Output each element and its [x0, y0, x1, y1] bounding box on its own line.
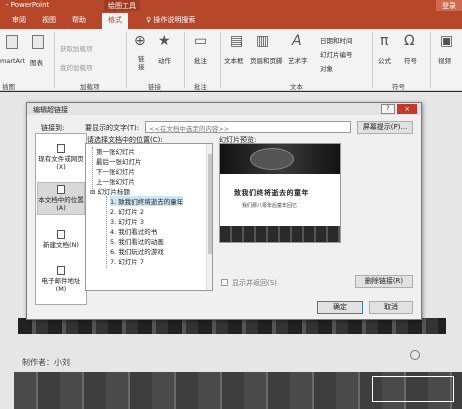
tree-line: [106, 196, 107, 268]
preview-floor-image: [220, 226, 340, 242]
tab-help[interactable]: 帮助: [72, 15, 86, 25]
group-divider: [372, 32, 373, 88]
link-to-place-in-document[interactable]: 本文档中的位置(A): [37, 182, 85, 215]
group-divider: [126, 32, 127, 88]
document-place-icon: [57, 185, 65, 194]
list-item[interactable]: 3. 幻灯片 3: [110, 216, 144, 226]
preview-slide-subtitle: 我们那八零年后童年回忆: [242, 203, 298, 209]
wordart-icon[interactable]: A: [292, 33, 302, 49]
group-comments: 批注: [194, 83, 207, 91]
list-item-group[interactable]: ⊟ 幻灯片标题: [90, 186, 130, 196]
slide-decoration-strip: [18, 318, 446, 334]
dialog-title: 编辑超链接: [33, 106, 68, 114]
header-footer-icon[interactable]: ▥: [256, 33, 269, 49]
tab-view[interactable]: 视图: [42, 15, 56, 25]
list-item[interactable]: 7. 幻灯片 7: [110, 256, 144, 266]
list-item[interactable]: 5. 我们看过的动画: [110, 236, 164, 246]
remove-link-button[interactable]: 删除链接(R): [355, 275, 413, 288]
new-document-icon: [57, 230, 65, 239]
email-icon: [57, 266, 65, 275]
get-addins-button[interactable]: 获取加载项: [60, 43, 93, 53]
context-tab-drawing-tools: 绘图工具: [104, 0, 140, 11]
scrollbar-thumb[interactable]: [208, 154, 212, 254]
group-addins: 加载项: [80, 83, 100, 91]
slide-preview: 致我们终将逝去的童年 我们那八零年后童年回忆: [219, 143, 341, 243]
slide-author-text[interactable]: 制作者：小刘: [22, 357, 70, 368]
list-item[interactable]: 上一张幻灯片: [96, 176, 135, 186]
cancel-button[interactable]: 取消: [369, 301, 413, 314]
document-places-list: 第一张幻灯片 最后一张幻灯片 下一张幻灯片 上一张幻灯片 ⊟ 幻灯片标题 1. …: [85, 143, 213, 291]
list-item-selected[interactable]: 1. 致我们终将逝去的童年: [110, 196, 184, 206]
group-text: 文本: [290, 83, 303, 91]
link-to-existing-file[interactable]: 现有文件或网页(X): [37, 144, 85, 171]
preview-slide-title: 致我们终将逝去的童年: [234, 189, 309, 197]
group-divider: [430, 32, 431, 88]
smartart-icon[interactable]: [6, 35, 18, 49]
ribbon: martArt 图表 插图 获取加载项 我的加载项 加载项 ⊕ 链 接 ★ 动作…: [0, 29, 462, 91]
action-icon[interactable]: ★: [158, 33, 171, 49]
preview-oval-image: [250, 148, 294, 170]
action-button[interactable]: 动作: [158, 55, 171, 65]
textbox-icon[interactable]: ▤: [230, 33, 243, 49]
ok-button[interactable]: 确定: [317, 301, 363, 314]
symbol-button[interactable]: 符号: [404, 55, 417, 65]
slide-number-button[interactable]: 幻灯片编号: [320, 49, 353, 59]
group-divider: [220, 32, 221, 88]
formula-icon[interactable]: π: [380, 33, 388, 49]
ribbon-tabs: 审阅 视图 帮助 格式 ♀ 操作说明搜索: [0, 11, 462, 29]
link-to-label: 链接到:: [41, 124, 65, 132]
video-button[interactable]: 视频: [438, 55, 451, 65]
wordart-button[interactable]: 艺术字: [288, 55, 308, 65]
app-title: - PowerPoint: [6, 1, 50, 9]
list-item[interactable]: 最后一张幻灯片: [96, 156, 142, 166]
list-item[interactable]: 2. 幻灯片 2: [110, 206, 144, 216]
link-button[interactable]: 链 接: [138, 55, 148, 71]
header-footer-button[interactable]: 页眉和页脚: [250, 55, 283, 65]
login-button[interactable]: 登录: [436, 0, 462, 11]
list-item[interactable]: 4. 我们看过的书: [110, 226, 157, 236]
chart-button[interactable]: 图表: [30, 57, 43, 67]
collapse-icon[interactable]: ⊟: [90, 188, 98, 196]
video-icon[interactable]: ▣: [440, 33, 453, 49]
screentip-button[interactable]: 屏幕提示(P)...: [357, 121, 413, 134]
symbol-icon[interactable]: Ω: [404, 33, 415, 49]
show-and-return-checkbox[interactable]: [221, 279, 228, 286]
group-divider: [54, 32, 55, 88]
smartart-button[interactable]: martArt: [0, 57, 25, 65]
help-button[interactable]: ?: [381, 104, 395, 114]
link-to-new-document[interactable]: 新建文档(N): [37, 230, 85, 249]
datetime-button[interactable]: 日期和时间: [320, 35, 353, 45]
display-text-input[interactable]: <<在文档中选定的内容>>: [145, 121, 351, 133]
group-divider: [184, 32, 185, 88]
link-to-panel: 现有文件或网页(X) 本文档中的位置(A) 新建文档(N) 电子邮件地址(M): [35, 133, 87, 305]
comment-button[interactable]: 批注: [194, 55, 207, 65]
tab-format[interactable]: 格式: [102, 13, 128, 29]
object-button[interactable]: 对象: [320, 63, 333, 73]
display-text-label: 要显示的文字(T):: [85, 124, 140, 132]
link-icon[interactable]: ⊕: [134, 33, 146, 49]
title-bar: - PowerPoint 绘图工具 登录: [0, 0, 462, 11]
list-item[interactable]: 下一张幻灯片: [96, 166, 135, 176]
globe-file-icon: [57, 144, 65, 153]
comment-icon[interactable]: ▭: [194, 33, 207, 49]
edit-hyperlink-dialog: 编辑超链接 ? × 链接到: 要显示的文字(T): <<在文档中选定的内容>> …: [26, 102, 422, 320]
group-illustrations: 插图: [2, 83, 15, 91]
tab-review[interactable]: 审阅: [12, 15, 26, 25]
group-symbols: 符号: [392, 83, 405, 91]
textbox-button[interactable]: 文本框: [224, 55, 244, 65]
my-addins-button[interactable]: 我的加载项: [60, 62, 93, 72]
list-item[interactable]: 6. 我们玩过的游戏: [110, 246, 164, 256]
tell-me-search[interactable]: ♀ 操作说明搜索: [146, 15, 195, 25]
selected-shape[interactable]: [372, 376, 454, 402]
show-and-return-label: 显示并返回(S): [232, 279, 277, 287]
formula-button[interactable]: 公式: [378, 55, 391, 65]
rotate-handle-icon[interactable]: [410, 350, 420, 360]
list-item[interactable]: 第一张幻灯片: [96, 146, 135, 156]
link-to-email[interactable]: 电子邮件地址(M): [37, 266, 85, 293]
list-scrollbar[interactable]: [206, 144, 212, 290]
group-links: 链接: [148, 83, 161, 91]
chart-icon[interactable]: [32, 35, 44, 49]
close-button[interactable]: ×: [397, 104, 417, 114]
dialog-titlebar: 编辑超链接 ? ×: [27, 103, 421, 115]
